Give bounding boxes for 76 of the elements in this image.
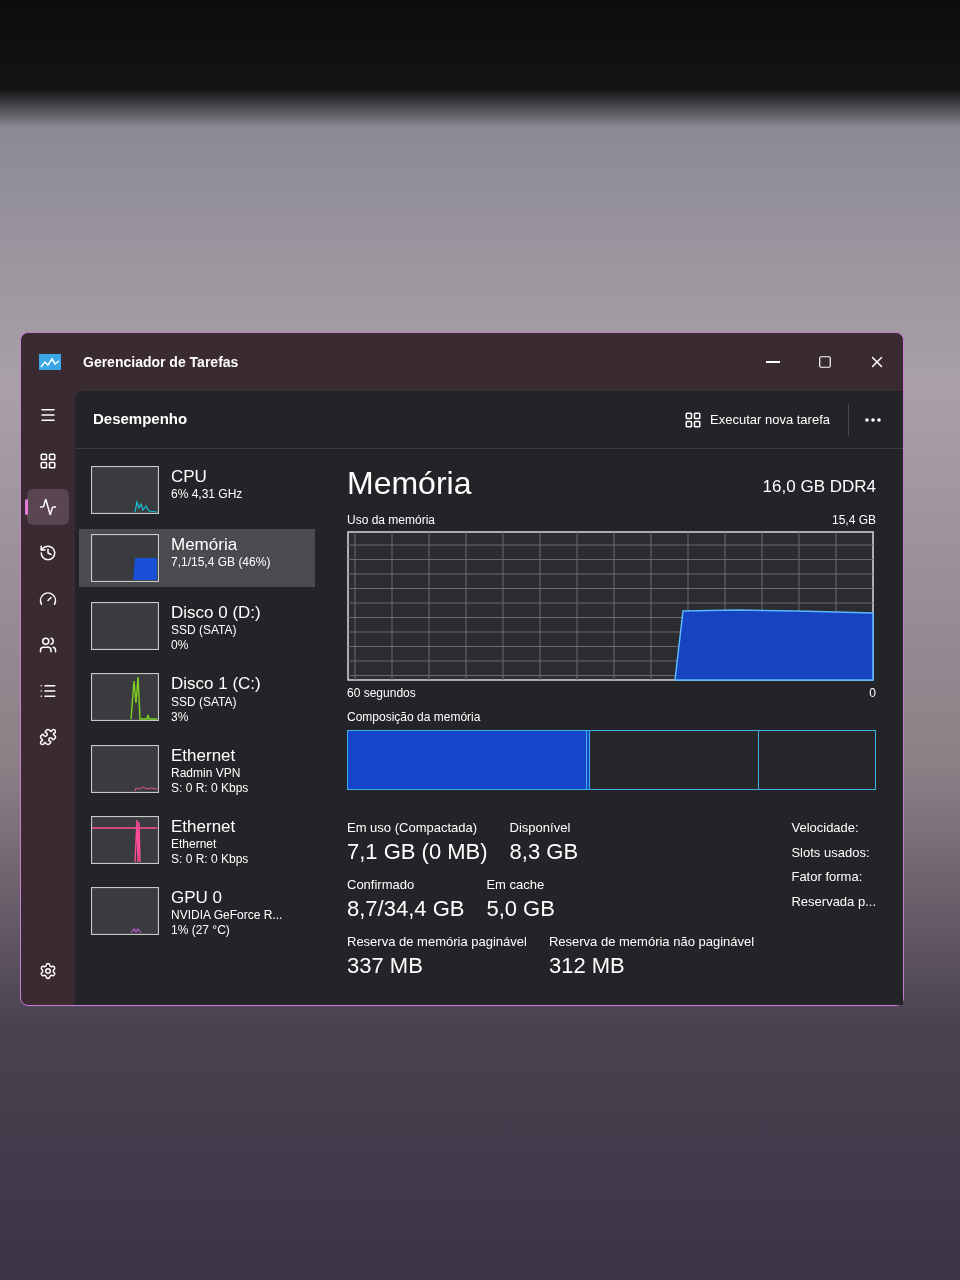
- device-name: Ethernet: [171, 744, 237, 766]
- device-detail: 0%: [171, 638, 190, 654]
- usage-thumbnail: [91, 602, 159, 650]
- stat-label: Reserva de memória não paginável: [548, 933, 755, 951]
- device-item[interactable]: GPU 0 NVIDIA GeForce R... 1% (27 °C): [79, 882, 315, 944]
- device-name: Memória: [171, 534, 239, 556]
- device-item[interactable]: CPU 6% 4,31 GHz: [79, 461, 315, 519]
- device-item[interactable]: Disco 1 (C:) SSD (SATA) 3%: [79, 668, 315, 730]
- property-label: Reservada p...: [791, 892, 876, 911]
- device-detail: SSD (SATA): [171, 694, 238, 710]
- device-item[interactable]: Memória 7,1/15,4 GB (46%): [79, 529, 315, 587]
- stat-value: 7,1 GB (0 MB): [347, 837, 488, 865]
- device-detail: Ethernet: [171, 837, 218, 852]
- usage-thumbnail: [91, 744, 159, 793]
- stat-value: 8,7/34,4 GB: [347, 894, 465, 922]
- device-name: Disco 0 (D:): [171, 602, 261, 624]
- device-item[interactable]: Ethernet Ethernet S: 0 R: 0 Kbps: [79, 810, 315, 872]
- more-icon: [865, 417, 881, 422]
- app-icon: [39, 354, 61, 370]
- stat-label: Disponível: [509, 819, 572, 837]
- device-detail: SSD (SATA): [171, 623, 238, 639]
- puzzle-icon: [39, 728, 57, 746]
- users-icon: [39, 636, 57, 654]
- stat-label: Reserva de memória paginável: [347, 933, 527, 951]
- device-name: CPU: [171, 466, 208, 488]
- device-detail: 3%: [171, 709, 190, 725]
- usage-thumbnail: [91, 887, 159, 935]
- device-name: GPU 0: [171, 887, 224, 909]
- device-detail: 1% (27 °C): [171, 923, 231, 939]
- chart-label: Uso da memória: [347, 512, 436, 529]
- time-axis-label: 60 segundos: [347, 685, 416, 702]
- usage-graph-line: [130, 927, 142, 934]
- usage-thumbnail: [91, 466, 159, 514]
- device-detail: NVIDIA GeForce R...: [171, 908, 283, 924]
- stat-value: 5,0 GB: [486, 894, 555, 922]
- grid-icon: [39, 452, 57, 470]
- device-name: Disco 1 (C:): [171, 673, 261, 695]
- composition-label: Composição da memória: [347, 709, 482, 726]
- chart-max-label: 15,4 GB: [831, 512, 876, 529]
- nav-button[interactable]: [27, 489, 69, 525]
- history-icon: [39, 544, 57, 562]
- property-label: Slots usados:: [791, 843, 871, 862]
- maximize-icon: [818, 355, 832, 369]
- selection-indicator: [25, 499, 28, 515]
- usage-graph-line: [130, 676, 158, 720]
- section-title: Memória: [347, 467, 472, 499]
- stat-label: Em uso (Compactada): [347, 819, 479, 837]
- device-item[interactable]: Ethernet Radmin VPN S: 0 R: 0 Kbps: [79, 739, 315, 801]
- usage-graph-line: [134, 786, 158, 791]
- device-detail: 6% 4,31 GHz: [171, 487, 243, 503]
- stat-label: Em cache: [486, 876, 546, 894]
- device-detail: 7,1/15,4 GB (46%): [171, 555, 271, 571]
- list-icon: [39, 682, 57, 700]
- stat-value: 337 MB: [347, 951, 424, 979]
- property-label: Velocidade:: [791, 819, 860, 837]
- minimize-icon: [766, 361, 780, 363]
- device-detail: Radmin VPN: [171, 765, 242, 781]
- gauge-icon: [39, 590, 57, 608]
- usage-thumbnail: [91, 673, 159, 722]
- stat-label: Confirmado: [347, 876, 416, 894]
- settings-icon: [39, 962, 57, 980]
- device-detail: S: 0 R: 0 Kbps: [171, 780, 249, 796]
- stat-value: 8,3 GB: [509, 837, 579, 865]
- property-label: Fator forma:: [791, 868, 864, 886]
- run-task-button[interactable]: Executar nova tarefa: [676, 403, 838, 436]
- usage-graph-line: [134, 499, 158, 513]
- device-item[interactable]: Disco 0 (D:) SSD (SATA) 0%: [79, 597, 315, 659]
- memory-spec: 16,0 GB DDR4: [762, 475, 876, 498]
- menu-icon: [39, 406, 57, 424]
- page-title: Desempenho: [93, 409, 188, 430]
- window-title: Gerenciador de Tarefas: [83, 352, 239, 372]
- device-name: Ethernet: [171, 815, 237, 837]
- stat-value: 312 MB: [548, 951, 626, 979]
- device-detail: S: 0 R: 0 Kbps: [171, 852, 249, 867]
- time-axis-end-label: 0: [869, 685, 876, 702]
- pulse-icon: [39, 498, 57, 516]
